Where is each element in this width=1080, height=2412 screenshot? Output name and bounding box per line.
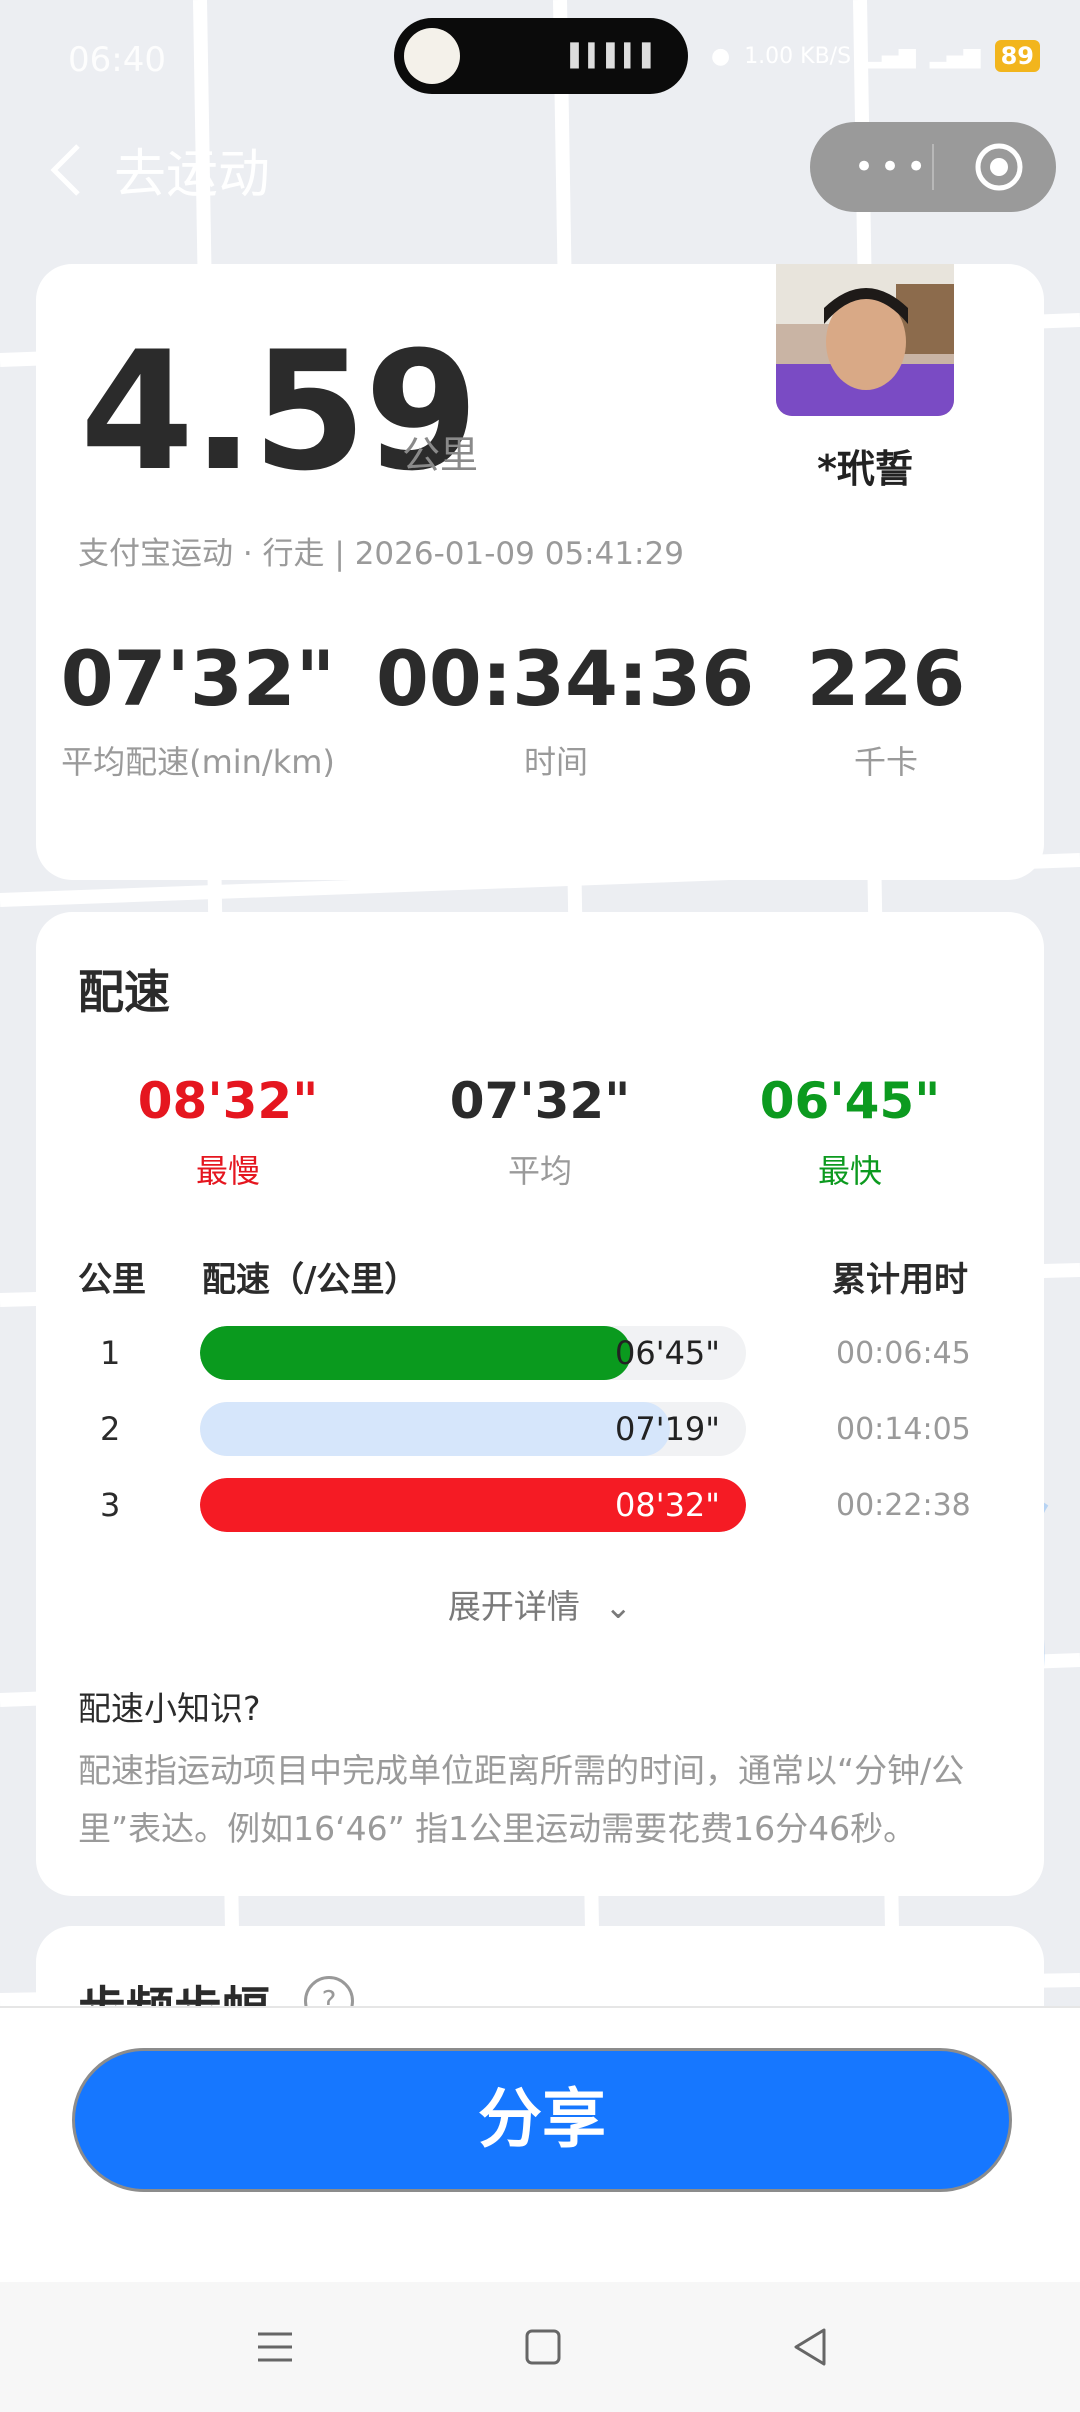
stat-duration: 00:34:36 时间 bbox=[376, 634, 755, 783]
expand-label: 展开详情 bbox=[447, 1587, 580, 1626]
pace-row: 2 07'19" 00:14:05 bbox=[36, 1402, 1044, 1462]
network-speed: 1.00 KB/S bbox=[744, 43, 852, 69]
row-cumulative: 00:06:45 bbox=[836, 1336, 971, 1371]
pace-bar-track: 07'19" bbox=[200, 1402, 746, 1456]
pace-bar-track: 08'32" bbox=[200, 1478, 746, 1532]
battery-level: 89 bbox=[994, 40, 1040, 72]
stat-label: 平均配速(min/km) bbox=[61, 743, 335, 781]
pace-average: 07'32" 平均 bbox=[390, 1072, 690, 1192]
row-pace: 08'32" bbox=[615, 1486, 720, 1524]
stat-label: 时间 bbox=[523, 743, 588, 781]
distance-unit: 公里 bbox=[402, 433, 479, 477]
col-header-km: 公里 bbox=[78, 1260, 146, 1300]
pace-fastest: 06'45" 最快 bbox=[700, 1072, 1000, 1192]
pace-row: 3 08'32" 00:22:38 bbox=[36, 1478, 1044, 1538]
status-time: 06:40 bbox=[68, 40, 166, 80]
close-target-icon[interactable] bbox=[974, 142, 1024, 192]
home-icon[interactable] bbox=[518, 2322, 568, 2372]
stat-calories: 226 千卡 bbox=[756, 634, 1016, 783]
pace-average-value: 07'32" bbox=[449, 1072, 631, 1130]
activity-meta: 支付宝运动 · 行走 | 2026-01-09 05:41:29 bbox=[78, 536, 684, 572]
pace-slowest-value: 08'32" bbox=[137, 1072, 319, 1130]
share-button[interactable]: 分享 bbox=[72, 2048, 1012, 2192]
col-header-pace: 配速（/公里） bbox=[202, 1260, 419, 1300]
audio-wave-icon: ▌▍▌▍▌ bbox=[570, 44, 660, 69]
pace-card: 配速 08'32" 最慢 07'32" 平均 06'45" 最快 公里 配速（/… bbox=[36, 912, 1044, 1896]
stat-value: 226 bbox=[806, 634, 966, 723]
row-cumulative: 00:14:05 bbox=[836, 1412, 971, 1447]
system-nav-bar bbox=[0, 2282, 1080, 2412]
user-name: *玳誓 bbox=[817, 447, 913, 491]
row-km: 2 bbox=[100, 1410, 121, 1448]
pace-average-label: 平均 bbox=[507, 1152, 572, 1190]
mini-program-capsule: ••• bbox=[810, 122, 1056, 212]
back-arrow-icon[interactable] bbox=[40, 140, 100, 200]
signal-icon: ▂▄▆ bbox=[865, 43, 916, 69]
pace-fastest-value: 06'45" bbox=[759, 1072, 941, 1130]
summary-stats: 07'32" 平均配速(min/km) 00:34:36 时间 226 千卡 bbox=[36, 634, 1044, 794]
capsule-divider bbox=[932, 144, 934, 190]
media-thumbnail bbox=[404, 28, 460, 84]
col-header-cumulative: 累计用时 bbox=[832, 1260, 968, 1300]
row-cumulative: 00:22:38 bbox=[836, 1488, 971, 1523]
location-icon: ● bbox=[710, 43, 731, 69]
pace-row: 1 06'45" 00:06:45 bbox=[36, 1326, 1044, 1386]
menu-icon[interactable] bbox=[250, 2322, 300, 2372]
pace-bar-fill bbox=[200, 1326, 632, 1380]
row-pace: 06'45" bbox=[615, 1334, 720, 1372]
user-avatar[interactable] bbox=[776, 264, 954, 416]
stat-avg-pace: 07'32" 平均配速(min/km) bbox=[60, 634, 336, 783]
bottom-bar: 分享 bbox=[0, 2006, 1080, 2284]
row-km: 1 bbox=[100, 1334, 121, 1372]
status-bar: 06:40 ▌▍▌▍▌ ● 1.00 KB/S ▂▄▆ ▂▄▆ 89 bbox=[0, 0, 1080, 120]
dynamic-island: ▌▍▌▍▌ bbox=[394, 18, 688, 94]
stat-label: 千卡 bbox=[853, 743, 918, 781]
tip-body: 配速指运动项目中完成单位距离所需的时间，通常以“分钟/公里”表达。例如16‘46… bbox=[78, 1751, 965, 1848]
pace-bar-track: 06'45" bbox=[200, 1326, 746, 1380]
more-icon[interactable]: ••• bbox=[854, 150, 932, 184]
summary-card: 4.59 公里 *玳誓 支付宝运动 · 行走 | 2026-01-09 05:4… bbox=[36, 264, 1044, 880]
pace-bar-fill bbox=[200, 1402, 670, 1456]
row-km: 3 bbox=[100, 1486, 121, 1524]
chevron-down-icon: ⌄ bbox=[604, 1587, 633, 1626]
pace-slowest-label: 最慢 bbox=[195, 1152, 260, 1190]
stat-value: 07'32" bbox=[60, 634, 336, 723]
pace-fastest-label: 最快 bbox=[817, 1152, 882, 1190]
back-icon[interactable] bbox=[786, 2322, 836, 2372]
pace-title: 配速 bbox=[78, 965, 170, 1019]
stat-value: 00:34:36 bbox=[376, 634, 755, 723]
pace-slowest: 08'32" 最慢 bbox=[78, 1072, 378, 1192]
tip-title: 配速小知识? bbox=[78, 1689, 261, 1728]
row-pace: 07'19" bbox=[615, 1410, 720, 1448]
nav-title: 去运动 bbox=[114, 145, 271, 205]
signal-icon-2: ▂▄▆ bbox=[929, 43, 981, 69]
expand-details-button[interactable]: 展开详情 ⌄ bbox=[36, 1580, 1044, 1628]
status-icons: ● 1.00 KB/S ▂▄▆ ▂▄▆ 89 bbox=[711, 40, 1040, 72]
